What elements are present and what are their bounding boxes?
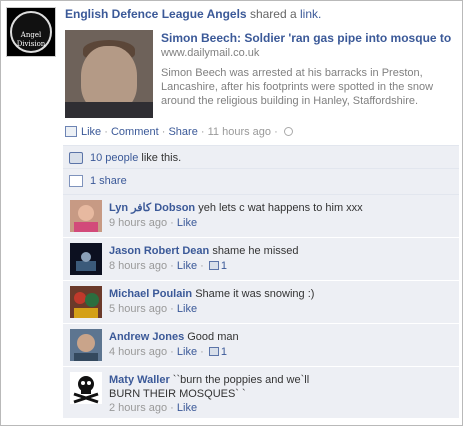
thumbs-up-icon (69, 152, 83, 164)
comment-like-link[interactable]: Like (177, 346, 197, 358)
comment-body: Jason Robert Dean shame he missed (109, 244, 449, 258)
like-icon (65, 126, 77, 137)
avatar-photo-icon (70, 329, 102, 361)
commenter-name[interactable]: Andrew Jones (109, 331, 184, 343)
likes-count-link[interactable]: 10 people (90, 152, 138, 164)
comment-text: Shame it was snowing :) (195, 288, 315, 300)
avatar-photo-icon (70, 286, 102, 318)
share-link[interactable]: Share (168, 126, 197, 138)
commenter-name[interactable]: Lyn كافر Dobson (109, 202, 195, 214)
commenter-avatar[interactable] (70, 329, 102, 361)
separator: · (104, 126, 108, 138)
separator: · (161, 126, 166, 138)
comment-time[interactable]: 2 hours ago (109, 402, 167, 414)
commenter-avatar[interactable] (70, 243, 102, 275)
comment-body: Lyn كافر Dobson yeh lets c wat happens t… (109, 201, 449, 215)
comment: Maty Waller ``burn the poppies and we`ll… (63, 367, 459, 419)
thumbs-up-icon (208, 261, 219, 270)
post-timestamp[interactable]: 11 hours ago (208, 126, 271, 138)
comment-meta: 8 hours ago · Like · 1 (109, 260, 227, 272)
post-actions: Like · Comment · Share · 11 hours ago · (65, 126, 293, 138)
commenter-name[interactable]: Jason Robert Dean (109, 245, 209, 257)
commenter-name[interactable]: Maty Waller (109, 374, 170, 386)
separator: · (274, 126, 278, 138)
comment-like-count[interactable]: 1 (221, 260, 227, 272)
comment-text: shame he missed (212, 245, 299, 257)
avatar-seal-text: Angel Division (10, 11, 52, 53)
like-link[interactable]: Like (81, 126, 101, 138)
post-action-text: shared a (249, 7, 297, 21)
separator: · (200, 126, 205, 138)
comment-time[interactable]: 5 hours ago (109, 303, 167, 315)
comment-meta: 9 hours ago · Like (109, 217, 198, 229)
comment-link[interactable]: Comment (111, 126, 159, 138)
commenter-name[interactable]: Michael Poulain (109, 288, 192, 300)
skull-icon (70, 372, 102, 404)
comment-like-link[interactable]: Like (177, 217, 197, 229)
post-headline: English Defence League Angels shared a l… (65, 7, 321, 21)
avatar-photo-icon (70, 200, 102, 232)
comment: Michael Poulain Shame it was snowing :) … (63, 281, 459, 324)
comment-text: yeh lets c wat happens to him xxx (198, 202, 363, 214)
commenter-avatar[interactable] (70, 200, 102, 232)
shares-summary: 1 share (90, 175, 127, 187)
post-action-link[interactable]: link. (300, 7, 321, 21)
likes-suffix: like this. (141, 152, 182, 164)
comment-text: Good man (187, 331, 239, 343)
comment: Jason Robert Dean shame he missed 8 hour… (63, 238, 459, 281)
shares-count-link[interactable]: 1 share (90, 175, 127, 187)
commenter-avatar[interactable] (70, 372, 102, 404)
comment-meta: 4 hours ago · Like · 1 (109, 346, 227, 358)
link-thumbnail[interactable] (65, 30, 153, 118)
shares-row: 1 share (63, 169, 459, 195)
comment-like-link[interactable]: Like (177, 303, 197, 315)
feedback-panel: 10 people like this. 1 share Lyn كافر Do… (63, 145, 459, 419)
thumbs-up-icon (208, 347, 219, 356)
comment: Andrew Jones Good man 4 hours ago · Like… (63, 324, 459, 367)
comment-meta: 2 hours ago · Like (109, 402, 198, 414)
link-title[interactable]: Simon Beech: Soldier 'ran gas pipe into … (161, 31, 451, 45)
comment-time[interactable]: 8 hours ago (109, 260, 167, 272)
share-icon (69, 175, 83, 187)
comment-body: Andrew Jones Good man (109, 330, 449, 344)
thumbnail-shirt (65, 102, 153, 118)
comment-body: Michael Poulain Shame it was snowing :) (109, 287, 449, 301)
link-description: Simon Beech was arrested at his barracks… (161, 67, 434, 107)
likes-summary: 10 people like this. (90, 152, 181, 164)
comment-body: Maty Waller ``burn the poppies and we`ll… (109, 373, 339, 401)
avatar-photo-icon (70, 243, 102, 275)
globe-icon (283, 127, 293, 136)
comment-meta: 5 hours ago · Like (109, 303, 198, 315)
likes-row: 10 people like this. (63, 145, 459, 169)
comment: Lyn كافر Dobson yeh lets c wat happens t… (63, 195, 459, 238)
comment-like-count[interactable]: 1 (221, 346, 227, 358)
page-avatar[interactable]: Angel Division (6, 7, 56, 57)
comment-time[interactable]: 9 hours ago (109, 217, 167, 229)
post-author[interactable]: English Defence League Angels (65, 7, 247, 21)
comment-like-link[interactable]: Like (177, 402, 197, 414)
comment-time[interactable]: 4 hours ago (109, 346, 167, 358)
link-url[interactable]: www.dailymail.co.uk (161, 47, 259, 59)
comment-like-link[interactable]: Like (177, 260, 197, 272)
commenter-avatar[interactable] (70, 286, 102, 318)
